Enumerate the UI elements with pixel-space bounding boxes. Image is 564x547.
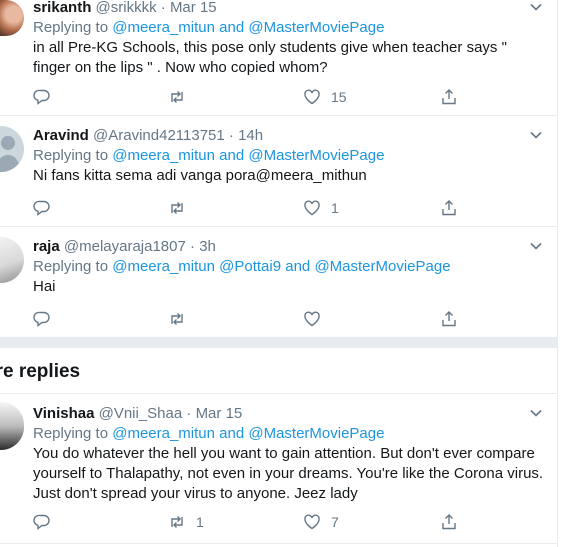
retweet-icon xyxy=(171,313,183,325)
tweet-text: You do whatever the hell you want to gai… xyxy=(33,445,544,502)
mention-link[interactable]: @meera_mitun and @MasterMoviePage xyxy=(112,147,384,164)
share-icon xyxy=(442,311,456,327)
avatar[interactable] xyxy=(0,0,24,36)
retweet-icon xyxy=(171,202,183,214)
reply-icon xyxy=(33,311,50,327)
retweet-button[interactable] xyxy=(168,198,196,218)
user-handle[interactable]: @Aravind42113751 xyxy=(93,127,225,144)
tweet-header: Vinishaa @Vnii_Shaa · Mar 15 xyxy=(33,405,243,422)
replying-to: Replying to @meera_mitun and @MasterMovi… xyxy=(33,425,385,442)
tweet-text: in all Pre-KG Schools, this pose only st… xyxy=(33,39,507,76)
page-edge xyxy=(557,0,564,547)
share-button[interactable] xyxy=(440,87,458,107)
reply-icon xyxy=(33,200,50,216)
share-icon xyxy=(442,514,456,530)
replying-to: Replying to @meera_mitun and @MasterMovi… xyxy=(33,147,385,164)
user-name[interactable]: raja xyxy=(33,238,60,255)
tweet-time[interactable]: Mar 15 xyxy=(196,405,243,422)
tweet-time[interactable]: Mar 15 xyxy=(170,0,217,16)
retweet-button[interactable] xyxy=(168,87,196,107)
section-divider xyxy=(0,338,557,348)
replying-to: Replying to @meera_mitun and @MasterMovi… xyxy=(33,19,385,36)
user-handle[interactable]: @melayaraja1807 xyxy=(64,238,186,255)
share-icon xyxy=(442,89,456,105)
more-replies-header[interactable]: ore replies xyxy=(0,348,557,394)
retweet-icon xyxy=(171,91,183,103)
like-button[interactable]: 7 xyxy=(303,512,339,532)
chevron-down-icon[interactable] xyxy=(529,0,543,19)
share-button[interactable] xyxy=(440,198,458,218)
tweet-header: srikanth @srikkkk · Mar 15 xyxy=(33,0,217,16)
tweet-aravind[interactable]: Aravind @Aravind42113751 · 14h Replying … xyxy=(0,116,557,227)
heart-icon xyxy=(304,89,320,105)
heart-icon xyxy=(304,200,320,216)
like-button[interactable]: 1 xyxy=(303,198,339,218)
section-title: ore replies xyxy=(0,361,81,382)
like-button[interactable]: 15 xyxy=(303,87,347,107)
avatar[interactable] xyxy=(0,126,24,172)
mention-link[interactable]: @meera_mitun @Pottai9 and @MasterMoviePa… xyxy=(112,258,450,275)
reply-button[interactable] xyxy=(33,87,61,107)
mention-link[interactable]: @meera_mitun and @MasterMoviePage xyxy=(112,425,384,442)
user-handle[interactable]: @Vnii_Shaa xyxy=(99,405,183,422)
avatar[interactable] xyxy=(0,402,24,450)
share-button[interactable] xyxy=(440,309,458,329)
replying-to: Replying to @meera_mitun @Pottai9 and @M… xyxy=(33,258,451,275)
user-handle[interactable]: @srikkkk xyxy=(96,0,157,16)
reply-button[interactable] xyxy=(33,198,61,218)
chevron-down-icon[interactable] xyxy=(529,239,543,258)
column-border xyxy=(557,0,558,547)
tweet-text: Ni fans kitta sema adi vanga pora@meera_… xyxy=(33,167,367,184)
heart-icon xyxy=(304,514,320,530)
retweet-button[interactable] xyxy=(168,309,196,329)
user-name[interactable]: srikanth xyxy=(33,0,91,16)
tweet-header: raja @melayaraja1807 · 3h xyxy=(33,238,216,255)
tweet-text: Hai xyxy=(33,278,56,295)
heart-icon xyxy=(304,311,320,327)
share-button[interactable] xyxy=(440,512,458,532)
user-name[interactable]: Vinishaa xyxy=(33,405,94,422)
tweet-raja[interactable]: raja @melayaraja1807 · 3h Replying to @m… xyxy=(0,227,557,338)
reply-icon xyxy=(33,89,50,105)
share-icon xyxy=(442,200,456,216)
reply-button[interactable] xyxy=(33,512,61,532)
user-name[interactable]: Aravind xyxy=(33,127,89,144)
tweet-header: Aravind @Aravind42113751 · 14h xyxy=(33,127,264,144)
chevron-down-icon[interactable] xyxy=(529,406,543,425)
retweet-button[interactable]: 1 xyxy=(168,512,204,532)
avatar[interactable] xyxy=(0,237,24,283)
like-button[interactable] xyxy=(303,309,331,329)
tweet-vinishaa[interactable]: Vinishaa @Vnii_Shaa · Mar 15 Replying to… xyxy=(0,394,557,544)
tweet-time[interactable]: 3h xyxy=(199,238,216,255)
reply-button[interactable] xyxy=(33,309,61,329)
reply-icon xyxy=(33,514,50,530)
mention-link[interactable]: @meera_mitun and @MasterMoviePage xyxy=(112,19,384,36)
tweet-time[interactable]: 14h xyxy=(238,127,263,144)
tweet-srikanth[interactable]: srikanth @srikkkk · Mar 15 Replying to @… xyxy=(0,0,557,116)
retweet-icon xyxy=(171,516,183,528)
chevron-down-icon[interactable] xyxy=(529,128,543,147)
